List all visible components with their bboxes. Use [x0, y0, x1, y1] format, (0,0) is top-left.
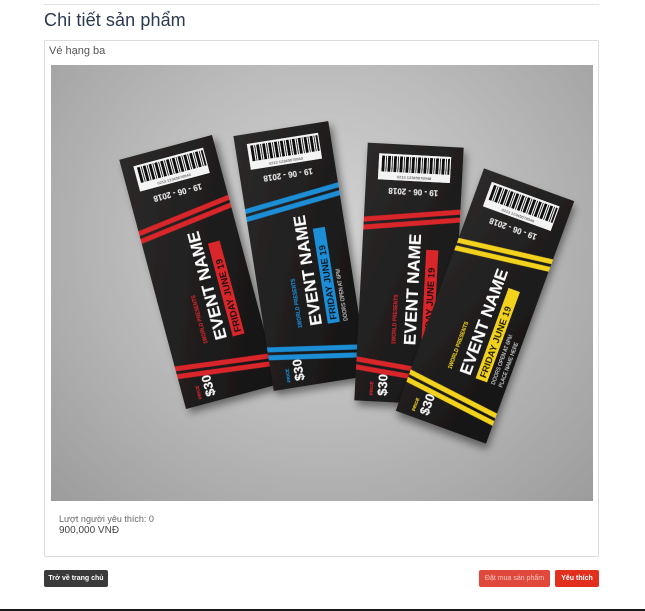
- likes-count: Lượt người yêu thích: 0: [59, 514, 154, 524]
- page-title: Chi tiết sản phẩm: [44, 10, 186, 30]
- product-card: Vé hạng ba 0213 12345678948 19 - 06 - 201…: [44, 40, 599, 557]
- favorite-button[interactable]: Yêu thích: [555, 570, 599, 587]
- back-home-button[interactable]: Trở về trang chủ: [44, 570, 108, 587]
- top-divider: [44, 4, 599, 5]
- product-price: 900,000 VNĐ: [59, 525, 120, 536]
- price-label: PRICE: [369, 381, 375, 395]
- buy-button[interactable]: Đặt mua sản phẩm: [479, 570, 550, 587]
- ticket-price: $30: [375, 374, 391, 396]
- tickets-illustration: 0213 1234567894819 - 06 - 2018EVENT NAME…: [119, 121, 575, 444]
- product-name: Vé hạng ba: [49, 45, 106, 57]
- product-image: 0213 12345678948 19 - 06 - 2018 EVENT NAME…: [51, 65, 593, 501]
